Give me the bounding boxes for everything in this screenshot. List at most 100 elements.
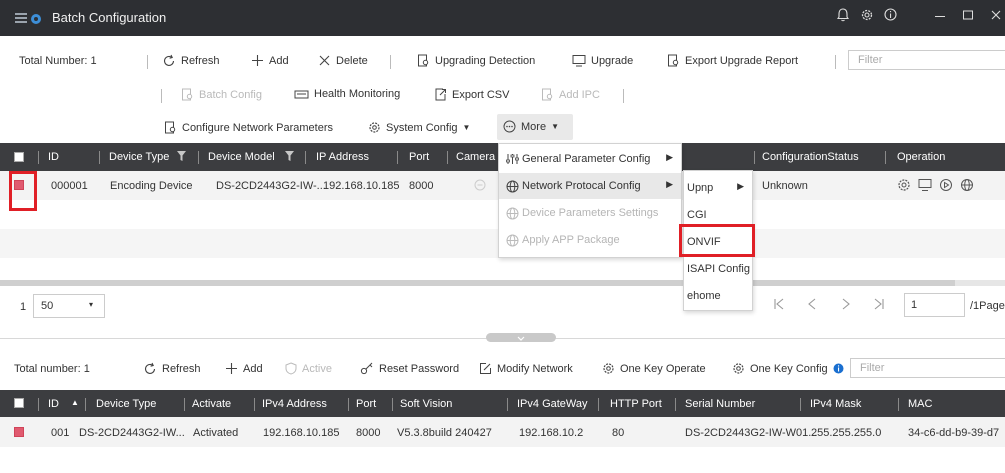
- column-ipv4-mask[interactable]: IPv4 Mask: [810, 398, 861, 410]
- next-page-icon[interactable]: [841, 297, 851, 314]
- batch-config-button[interactable]: Batch Config: [181, 88, 262, 101]
- maximize-icon[interactable]: [962, 8, 974, 25]
- system-config-dropdown[interactable]: System Config ▼: [368, 121, 470, 134]
- chevron-down-icon: ▾: [89, 300, 94, 309]
- one-key-operate-button[interactable]: One Key Operate: [602, 362, 706, 375]
- toolbar-divider: [147, 55, 148, 69]
- column-http-port[interactable]: HTTP Port: [610, 398, 662, 410]
- play-icon[interactable]: [939, 178, 953, 195]
- modify-network-button[interactable]: Modify Network: [479, 362, 573, 375]
- more-button[interactable]: More ▼: [497, 114, 573, 140]
- column-ipv4-gateway[interactable]: IPv4 GateWay: [517, 398, 588, 410]
- web-config-icon[interactable]: [918, 178, 932, 195]
- sort-ascending-icon[interactable]: ▲: [71, 398, 79, 407]
- online-refresh-button[interactable]: Refresh: [143, 362, 201, 376]
- column-divider: [305, 151, 306, 164]
- delete-button[interactable]: Delete: [318, 54, 368, 67]
- menu-item-general-parameter-config[interactable]: General Parameter Config ▶: [499, 146, 681, 172]
- select-all-online-checkbox[interactable]: [14, 398, 24, 408]
- menu-item-device-parameters-settings[interactable]: Device Parameters Settings: [499, 200, 681, 226]
- gear-icon: [369, 122, 380, 133]
- window-title: Batch Configuration: [52, 10, 167, 25]
- cell-id: 000001: [51, 180, 88, 192]
- cell-ipv4-mask: 255.255.255.0: [811, 427, 882, 439]
- select-all-checkbox[interactable]: [14, 152, 24, 162]
- one-key-config-button[interactable]: One Key Config: [732, 362, 844, 375]
- upgrading-detection-button[interactable]: Upgrading Detection: [417, 54, 535, 67]
- cell-configuration-status: Unknown: [762, 180, 808, 192]
- column-mac[interactable]: MAC: [908, 398, 932, 410]
- column-ip-address[interactable]: IP Address: [316, 151, 369, 163]
- column-camera[interactable]: Camera: [456, 151, 495, 163]
- health-monitoring-button[interactable]: Health Monitoring: [294, 88, 400, 100]
- reset-password-button[interactable]: Reset Password: [360, 362, 459, 375]
- add-button[interactable]: Add: [251, 54, 289, 67]
- settings-gear-icon[interactable]: [860, 8, 874, 25]
- column-divider: [38, 398, 39, 411]
- online-filter-input[interactable]: Filter: [850, 358, 1005, 378]
- page-size-select[interactable]: 50 ▾: [33, 294, 105, 318]
- close-icon[interactable]: [990, 8, 1002, 25]
- online-table-row[interactable]: 001 DS-2CD2443G2-IW... Activated 192.168…: [0, 417, 1005, 447]
- table-row-empty: [0, 258, 1005, 280]
- online-row-checkbox[interactable]: [14, 427, 24, 437]
- submenu-item-ehome[interactable]: ehome: [684, 283, 752, 309]
- column-device-type[interactable]: Device Type: [96, 398, 156, 410]
- filter-input[interactable]: Filter: [848, 50, 1005, 70]
- filter-funnel-icon[interactable]: [176, 150, 187, 165]
- info-icon[interactable]: [884, 8, 897, 24]
- refresh-button[interactable]: Refresh: [162, 54, 220, 68]
- remote-config-gear-icon[interactable]: [897, 178, 911, 195]
- column-serial-number[interactable]: Serial Number: [685, 398, 755, 410]
- previous-page-icon[interactable]: [807, 297, 817, 314]
- cell-port: 8000: [356, 427, 381, 439]
- horizontal-scrollbar[interactable]: [0, 280, 1005, 286]
- column-divider: [397, 151, 398, 164]
- bell-icon[interactable]: [836, 8, 850, 25]
- column-device-model[interactable]: Device Model: [208, 151, 275, 163]
- parameters-icon: [506, 154, 519, 164]
- activate-label: Active: [302, 362, 332, 375]
- menu-item-apply-app-package[interactable]: Apply APP Package: [499, 227, 681, 253]
- toolbar-divider: [390, 55, 391, 69]
- add-ipc-icon: [542, 88, 553, 101]
- online-add-button[interactable]: Add: [225, 362, 263, 375]
- submenu-item-isapi-config[interactable]: ISAPI Config: [684, 256, 752, 282]
- last-page-icon[interactable]: [873, 297, 885, 314]
- column-id[interactable]: ID: [48, 398, 59, 410]
- submenu-item-upnp[interactable]: Upnp ▶: [684, 175, 752, 201]
- menu-item-label: Apply APP Package: [522, 234, 620, 246]
- onvif-highlight-box: [679, 224, 755, 257]
- scrollbar-thumb[interactable]: [0, 280, 955, 286]
- column-port[interactable]: Port: [356, 398, 376, 410]
- column-port[interactable]: Port: [409, 151, 429, 163]
- toolbar-divider: [623, 89, 624, 103]
- online-refresh-label: Refresh: [162, 363, 201, 375]
- globe-icon[interactable]: [960, 178, 974, 195]
- menu-item-network-protocal-config[interactable]: Network Protocal Config ▶: [499, 173, 681, 199]
- upgrade-button[interactable]: Upgrade: [572, 54, 633, 67]
- first-page-icon[interactable]: [773, 297, 785, 314]
- collapse-handle[interactable]: [486, 333, 556, 342]
- filter-funnel-icon[interactable]: [284, 150, 295, 165]
- column-divider: [754, 151, 755, 164]
- column-configuration-status[interactable]: ConfigurationStatus: [762, 151, 859, 163]
- activate-button[interactable]: Active: [285, 362, 332, 375]
- minimize-icon[interactable]: [934, 6, 946, 23]
- export-csv-button[interactable]: Export CSV: [434, 88, 509, 101]
- column-soft-vision[interactable]: Soft Vision: [400, 398, 452, 410]
- keyboard-icon: [294, 90, 309, 98]
- column-operation[interactable]: Operation: [897, 151, 945, 163]
- toolbar-divider: [161, 89, 162, 103]
- menu-item-label: Device Parameters Settings: [522, 207, 659, 219]
- x-icon: [319, 55, 330, 66]
- column-ipv4-address[interactable]: IPv4 Address: [262, 398, 327, 410]
- column-activate[interactable]: Activate: [192, 398, 231, 410]
- add-ipc-button[interactable]: Add IPC: [541, 88, 600, 101]
- column-device-type[interactable]: Device Type: [109, 151, 169, 163]
- column-id[interactable]: ID: [48, 151, 59, 163]
- export-upgrade-report-button[interactable]: Export Upgrade Report: [667, 54, 798, 67]
- info-icon[interactable]: [833, 363, 844, 374]
- page-number-input[interactable]: 1: [904, 293, 965, 317]
- configure-network-parameters-button[interactable]: Configure Network Parameters: [164, 121, 333, 134]
